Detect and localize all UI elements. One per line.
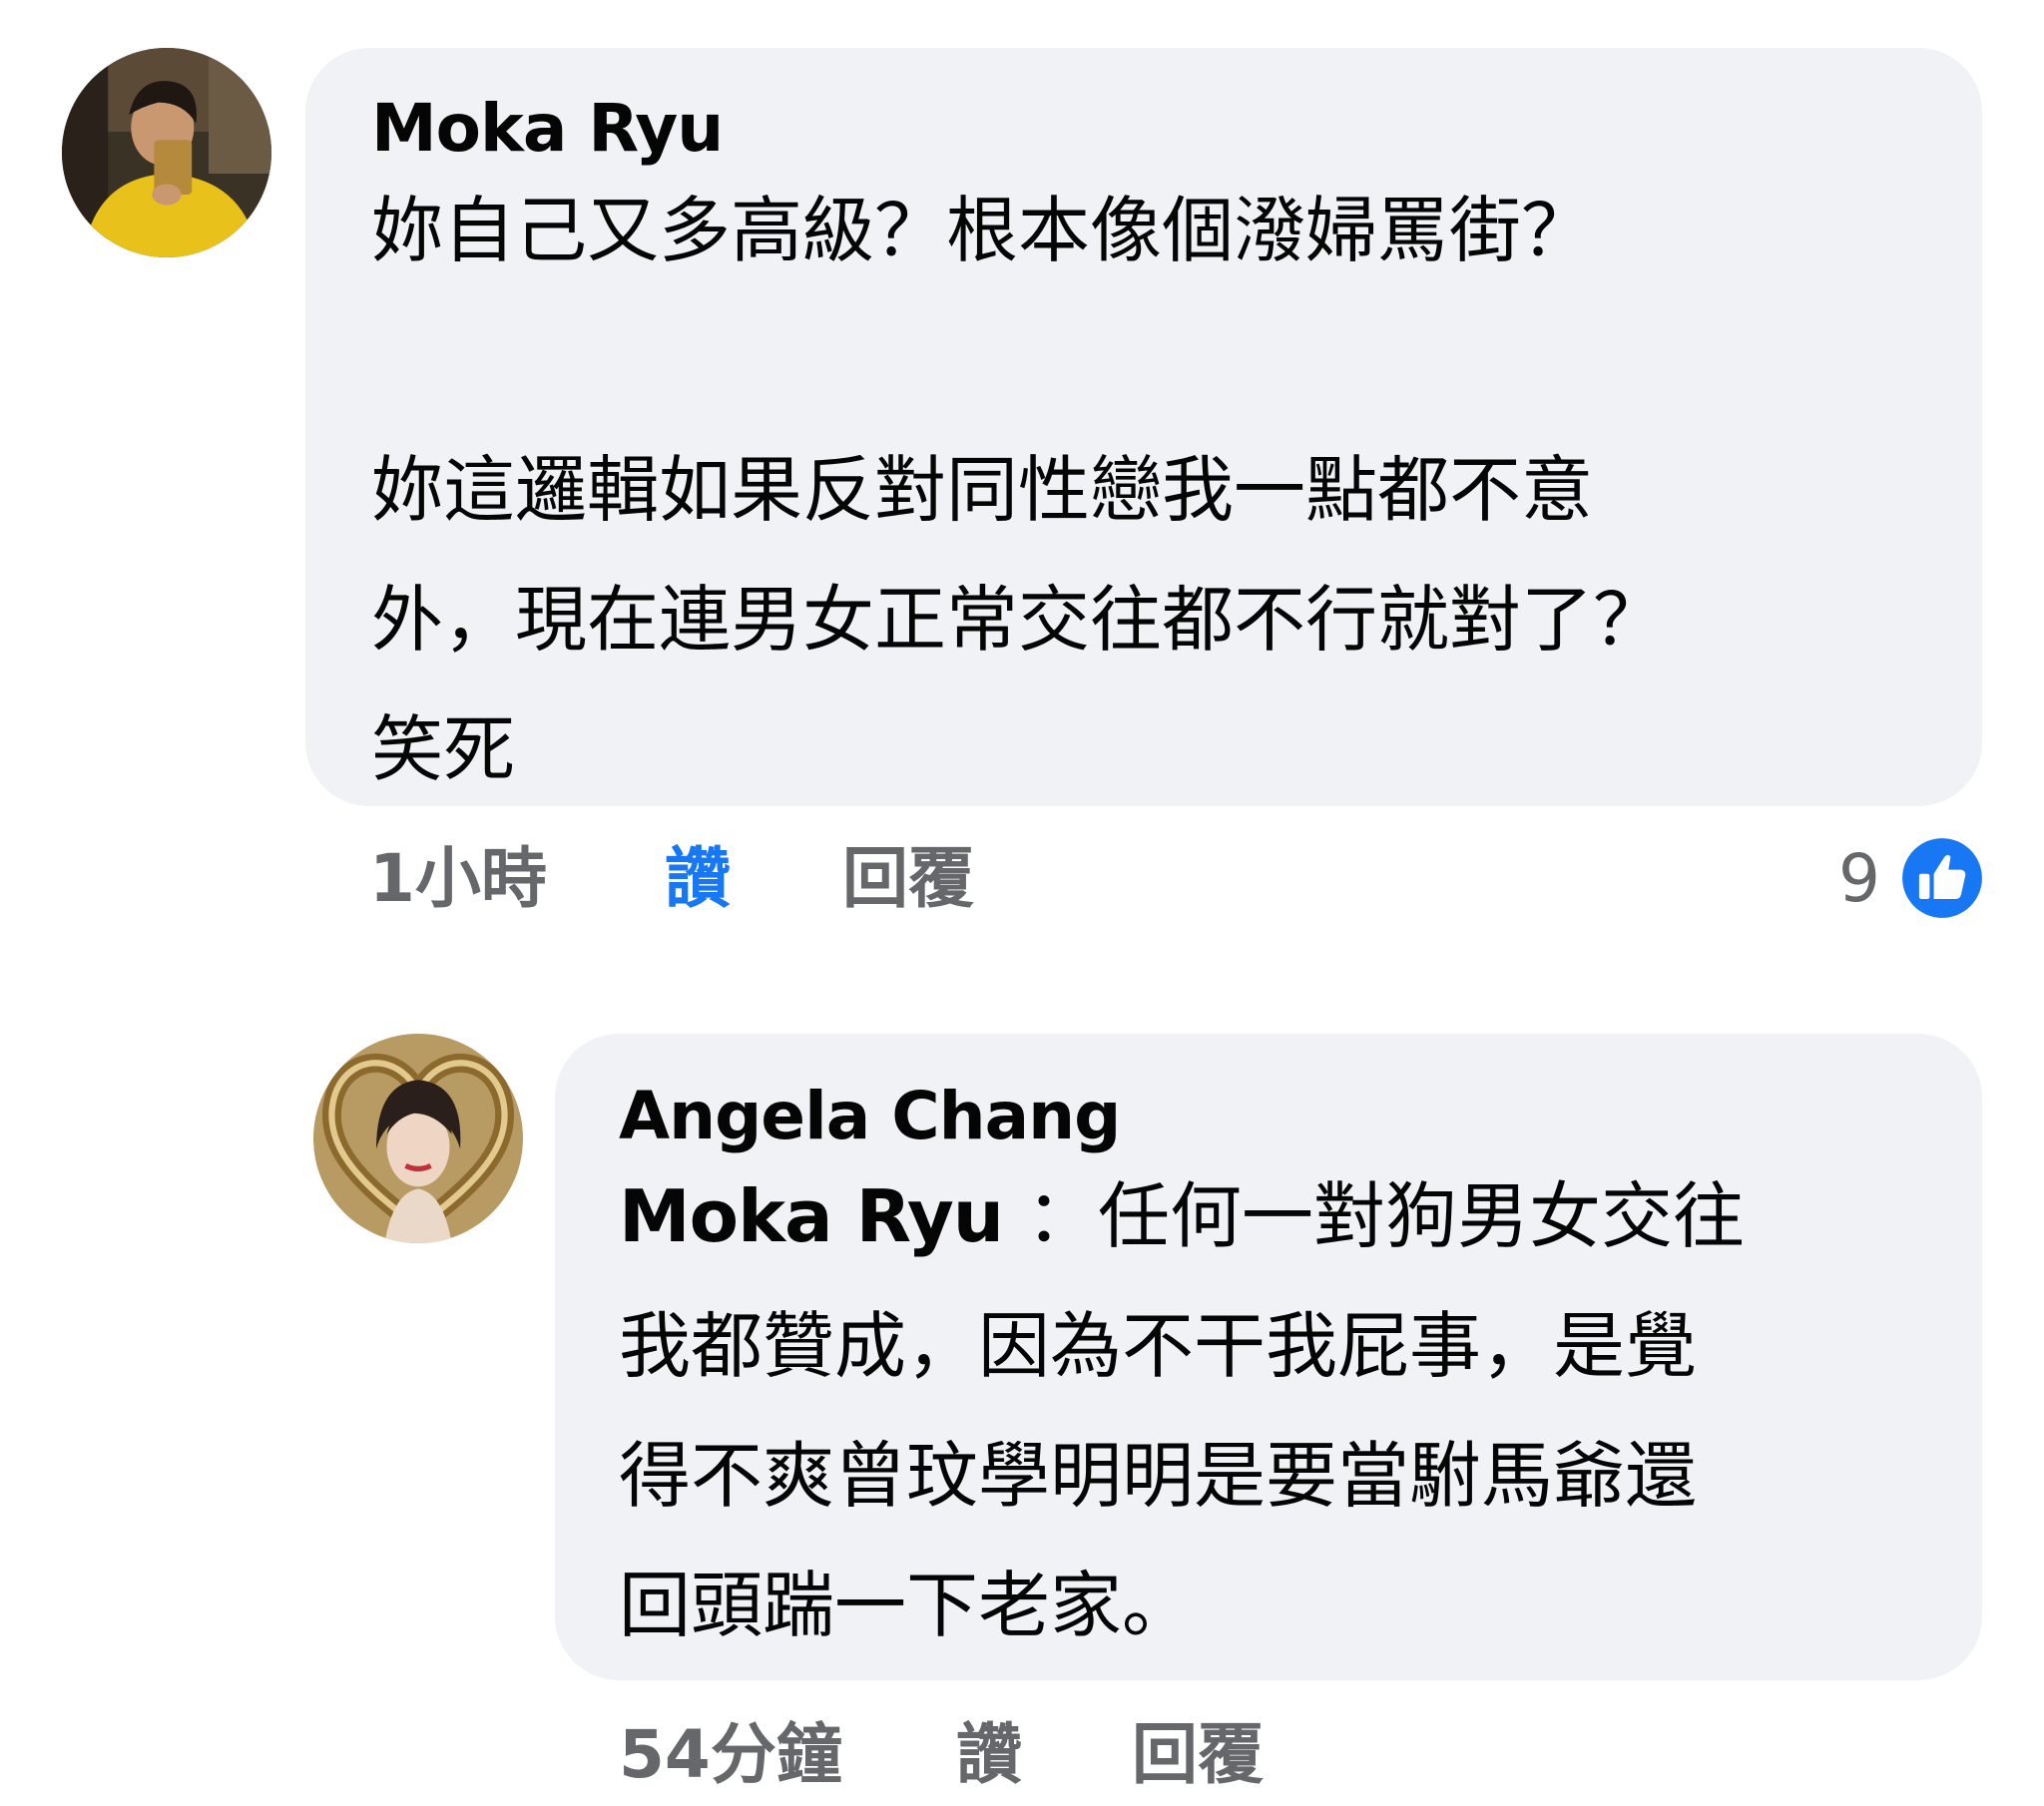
like-icon[interactable] [1900,836,1984,920]
reply-timestamp[interactable]: 54分鐘 [619,1722,842,1788]
profile-photo-icon [62,48,271,257]
reaction-count[interactable]: 9 [1838,846,1880,912]
avatar[interactable] [313,1034,523,1243]
comment-author[interactable]: Moka Ryu [371,96,724,162]
comment-timestamp[interactable]: 1小時 [369,846,547,912]
comment-bubble: Moka Ryu 妳自己又多高級？根本像個潑婦罵街？ 妳這邏輯如果反對同性戀我一… [305,48,1982,806]
reply-button[interactable]: 回覆 [1132,1722,1264,1788]
avatar[interactable] [62,48,271,257]
reply-button[interactable]: 回覆 [842,846,974,912]
like-button[interactable]: 讚 [665,846,731,912]
comment-text: 妳自己又多高級？根本像個潑婦罵街？ 妳這邏輯如果反對同性戀我一點都不意 外，現在… [371,189,1666,791]
reply-bubble: Angela Chang Moka Ryu ：任何一對狗男女交往 我都贊成，因為… [555,1034,1982,1680]
profile-photo-icon [313,1034,523,1243]
reply-text: Moka Ryu ：任何一對狗男女交往 我都贊成，因為不干我屁事，是覺 得不爽曾… [619,1151,1956,1670]
like-button[interactable]: 讚 [956,1722,1022,1788]
mention-link[interactable]: Moka Ryu [619,1174,1004,1258]
reply-author[interactable]: Angela Chang [619,1084,1121,1149]
